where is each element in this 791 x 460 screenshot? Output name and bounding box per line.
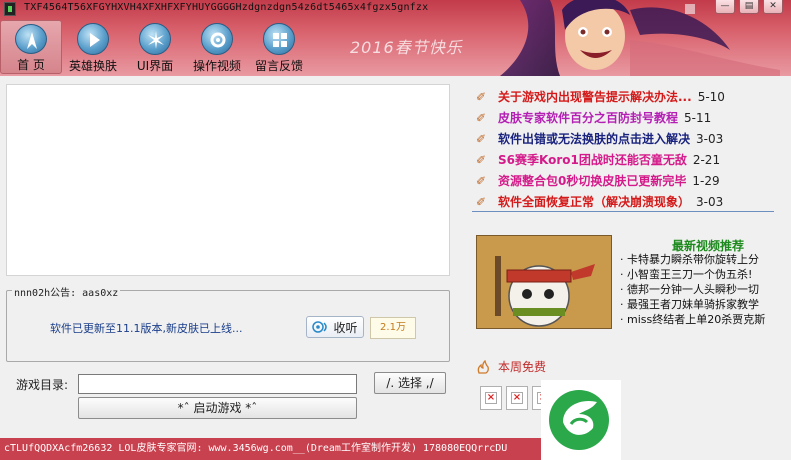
nav-video[interactable]: 操作视频 [186, 20, 248, 74]
video-item[interactable]: miss终结者上单20杀贾克斯 [620, 312, 791, 327]
header-banner: TXF4564T56XFGYHXVH4XFXHFXFYHUYGGGGHzdgnz… [0, 0, 791, 76]
news-item[interactable]: ✐ 软件出错或无法换肤的点击进入解决 3-03 [472, 128, 774, 149]
free-hero-slot[interactable]: × [480, 386, 502, 410]
video-thumbnail[interactable] [476, 235, 612, 329]
broken-image-icon: × [485, 392, 497, 404]
listen-count: 2.1万 [370, 317, 416, 339]
notice-text: 软件已更新至11.1版本,新皮肤已上线... [50, 322, 243, 335]
free-hero-slot[interactable]: × [506, 386, 528, 410]
news-title: 软件出错或无法换肤的点击进入解决 [498, 132, 691, 146]
nav-label: 首 页 [17, 58, 45, 72]
gear-icon [201, 23, 233, 55]
feather-bullet-icon: ✐ [475, 131, 487, 146]
window-controls: — ▤ ✕ [715, 0, 783, 14]
feather-bullet-icon: ✐ [475, 173, 487, 188]
nav-label: 英雄换肤 [68, 59, 117, 73]
nav-label: 操作视频 [192, 59, 241, 73]
weekly-free-label: 本周免费 [498, 360, 547, 374]
main-nav: 首 页 英雄换肤 UI界面 操作视频 留言反馈 [0, 20, 310, 74]
listen-button[interactable]: 收听 [306, 316, 364, 338]
news-list: ✐ 关于游戏内出现警告提示解决办法... 5-10 ✐ 皮肤专家软件百分之百防封号教程 5… [472, 86, 774, 212]
news-title: 关于游戏内出现警告提示解决办法... [498, 90, 692, 104]
feather-bullet-icon: ✐ [475, 89, 487, 104]
brand-leaf-logo [541, 380, 621, 460]
grid-icon [263, 23, 295, 55]
news-title: 皮肤专家软件百分之百防封号教程 [498, 111, 679, 125]
news-item[interactable]: ✐ S6赛季Koro1团战时还能否童无敌 2-21 [472, 149, 774, 170]
news-date: 3-03 [696, 194, 724, 209]
nav-home[interactable]: 首 页 [0, 20, 62, 74]
app-logo-icon [4, 2, 16, 16]
nav-feedback[interactable]: 留言反馈 [248, 20, 310, 74]
video-item[interactable]: 小智蛮王三刀一个伪五杀! [620, 267, 791, 282]
weekly-free-header: 本周免费 [476, 358, 546, 375]
nav-ui[interactable]: UI界面 [124, 20, 186, 74]
preview-panel [6, 84, 450, 276]
broken-image-icon: × [511, 392, 523, 404]
news-item[interactable]: ✐ 软件全面恢复正常（解决崩溃现象） 3-03 [472, 191, 774, 212]
feather-bullet-icon: ✐ [475, 110, 487, 125]
video-item[interactable]: 最强王者刀妹单骑拆家教学 [620, 297, 791, 312]
notice-legend: nnn02h公告: aas0xz [12, 284, 121, 299]
menu-button[interactable]: ▤ [739, 0, 759, 14]
news-date: 3-03 [696, 131, 724, 146]
status-bar: cTLUfQQDXAcfm26632 LOL皮肤专家官网: www.3456wg… [0, 438, 541, 460]
news-title: 资源整合包0秒切换皮肤已更新完毕 [498, 174, 687, 188]
window-title: TXF4564T56XFGYHXVH4XFXHFXFYHUYGGGGHzdgnz… [24, 2, 429, 13]
news-item[interactable]: ✐ 资源整合包0秒切换皮肤已更新完毕 1-29 [472, 170, 774, 191]
festival-text: 2016春节快乐 [350, 38, 463, 57]
flame-icon [477, 359, 489, 374]
game-dir-input[interactable] [78, 374, 357, 394]
video-list: 卡特暴力瞬杀带你旋转上分小智蛮王三刀一个伪五杀!德邦一分钟一人头瞬秒一切最强王者… [620, 252, 791, 327]
listen-label: 收听 [333, 320, 358, 335]
nav-label: UI界面 [136, 59, 174, 73]
nav-skins[interactable]: 英雄换肤 [62, 20, 124, 74]
app-window: TXF4564T56XFGYHXVH4XFXHFXFYHUYGGGGHzdgnz… [0, 0, 791, 460]
news-divider [472, 211, 774, 212]
close-button[interactable]: ✕ [763, 0, 783, 14]
news-title: 软件全面恢复正常（解决崩溃现象） [498, 195, 691, 209]
news-date: 5-11 [684, 110, 712, 125]
game-dir-label: 游戏目录: [16, 378, 69, 392]
browse-button[interactable]: /. 选择 ,/ [374, 372, 446, 394]
news-date: 2-21 [692, 152, 721, 167]
news-item[interactable]: ✐ 关于游戏内出现警告提示解决办法... 5-10 [472, 86, 774, 107]
ninja-mascot-image [477, 236, 611, 328]
burst-icon [139, 23, 171, 55]
feather-bullet-icon: ✐ [475, 152, 487, 167]
launch-game-button[interactable]: *ˆ 启动游戏 *ˆ [78, 397, 357, 419]
nav-label: 留言反馈 [254, 59, 303, 73]
news-item[interactable]: ✐ 皮肤专家软件百分之百防封号教程 5-11 [472, 107, 774, 128]
video-item[interactable]: 德邦一分钟一人头瞬秒一切 [620, 282, 791, 297]
minimize-button[interactable]: — [715, 0, 735, 14]
play-icon [77, 23, 109, 55]
news-date: 1-29 [692, 173, 720, 188]
news-date: 5-10 [697, 89, 725, 104]
news-title: S6赛季Koro1团战时还能否童无敌 [498, 153, 687, 167]
broadcast-icon [312, 321, 328, 333]
feather-bullet-icon: ✐ [475, 194, 487, 209]
compass-icon [15, 24, 47, 54]
video-item[interactable]: 卡特暴力瞬杀带你旋转上分 [620, 252, 791, 267]
